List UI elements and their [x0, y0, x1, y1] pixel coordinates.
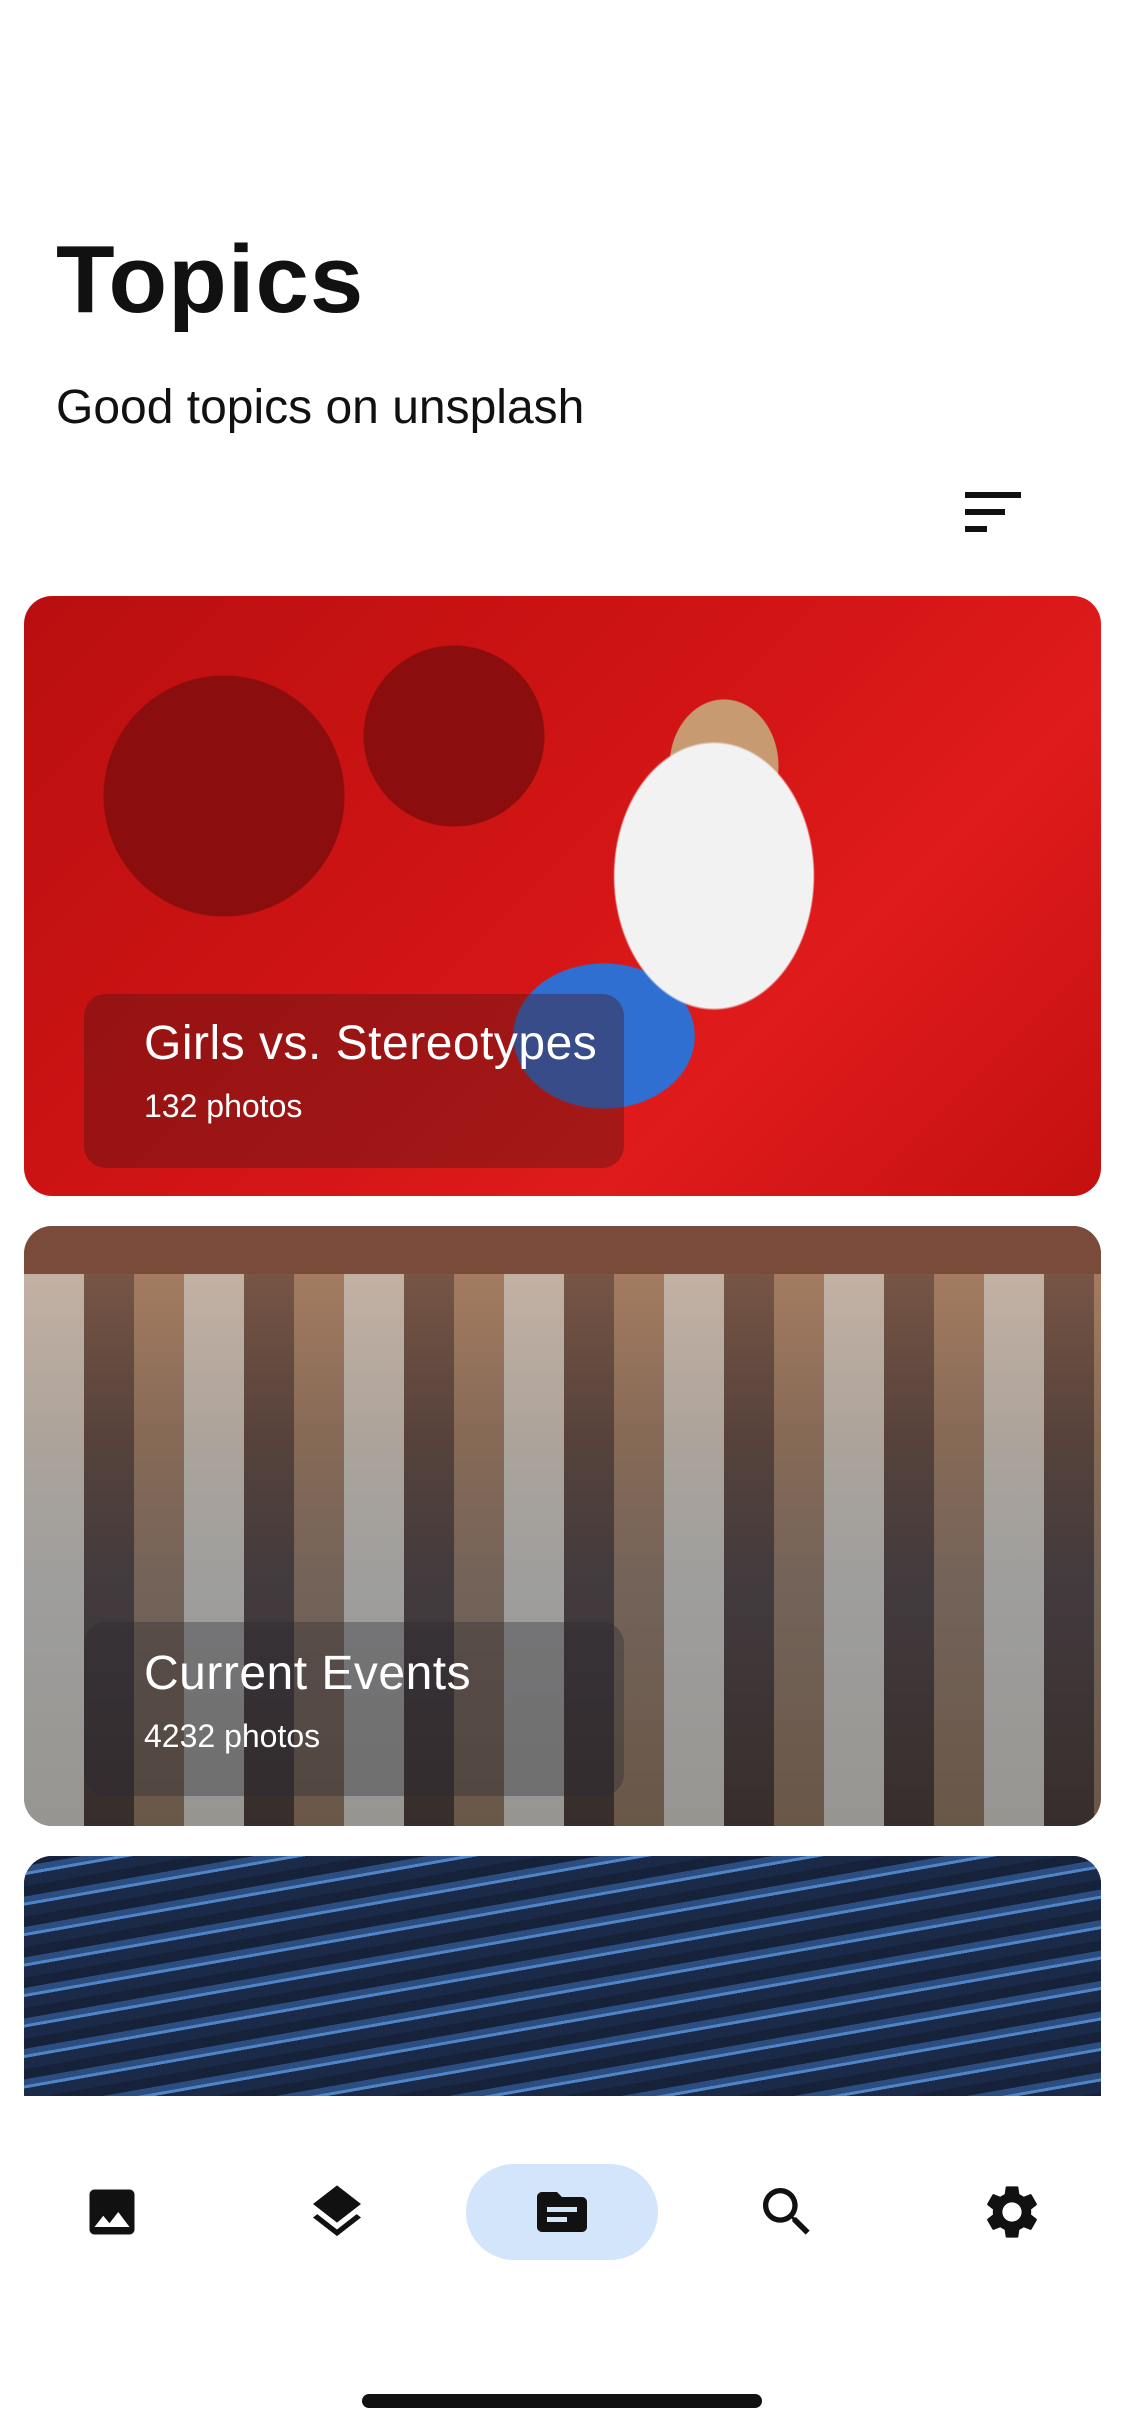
topic-photo-count: 132 photos [144, 1088, 303, 1124]
topic-photo-count: 4232 photos [144, 1718, 321, 1754]
topic-image [24, 1856, 1101, 2096]
sort-icon [965, 492, 1021, 532]
topic-card[interactable]: Girls vs. Stereotypes 132 photos [24, 596, 1101, 1196]
bottom-navigation [0, 2096, 1125, 2436]
topic-card[interactable]: Current Events 4232 photos [24, 1226, 1101, 1826]
topic-card[interactable] [24, 1856, 1101, 2096]
image-icon [89, 2189, 135, 2235]
nav-search[interactable] [727, 2164, 847, 2260]
page-header: Topics Good topics on unsplash [56, 220, 584, 435]
nav-collections[interactable] [277, 2164, 397, 2260]
search-icon [763, 2188, 810, 2235]
settings-icon [987, 2186, 1037, 2238]
nav-topics[interactable] [466, 2164, 658, 2260]
topics-list[interactable]: Girls vs. Stereotypes 132 photos Current… [24, 596, 1101, 2096]
page-subtitle: Good topics on unsplash [56, 381, 585, 434]
sort-button[interactable] [953, 480, 1033, 544]
home-indicator[interactable] [362, 2394, 762, 2408]
layers-icon [313, 2185, 361, 2237]
nav-photos[interactable] [52, 2164, 172, 2260]
topic-title: Current Events [144, 1647, 472, 1700]
topics-icon [537, 2192, 587, 2232]
page-title: Topics [56, 226, 365, 333]
nav-settings[interactable] [952, 2164, 1072, 2260]
topic-title: Girls vs. Stereotypes [144, 1017, 598, 1070]
